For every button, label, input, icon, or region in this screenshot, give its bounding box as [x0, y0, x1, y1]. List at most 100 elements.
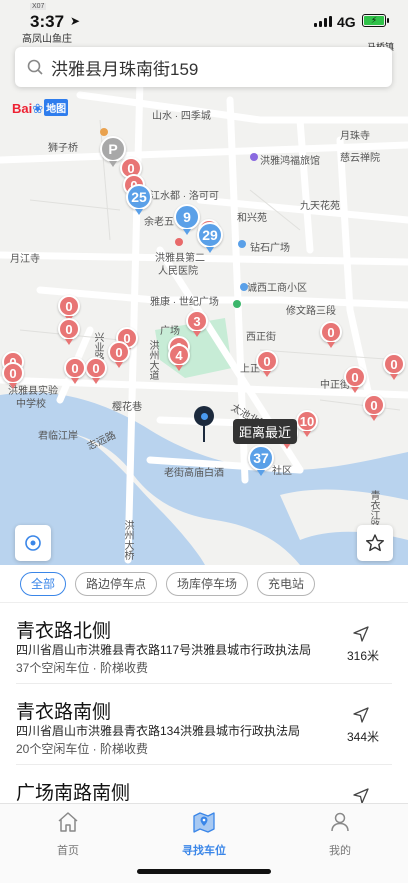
road-number-label: X07 [30, 3, 47, 10]
poi-dot [100, 128, 108, 136]
parking-pin-count: 0 [85, 357, 107, 379]
status-time: 3:37 [30, 12, 65, 31]
parking-p-marker[interactable]: P [100, 136, 126, 167]
network-type: 4G [337, 14, 356, 30]
parking-pin[interactable]: 37 [248, 445, 274, 476]
logo-text: Bai [12, 101, 33, 116]
map-label: 中学校 [16, 399, 46, 410]
tab-label: 首页 [57, 845, 79, 857]
map-label: 雅康 · 世纪广场 [150, 297, 219, 308]
parking-pin-count: 0 [64, 357, 86, 379]
parking-pin-count: 0 [363, 394, 385, 416]
star-icon [366, 534, 384, 552]
status-bar: X07 3:37 ➤ 4G ⚡ 高凤山鱼庄 马桥镇 [0, 0, 408, 52]
map-view[interactable]: X07 3:37 ➤ 4G ⚡ 高凤山鱼庄 马桥镇 洪雅县月珠南街159 Bai… [0, 0, 408, 565]
list-item[interactable]: 广场南路南侧 [16, 765, 392, 803]
map-label: 君临江岸 [38, 431, 78, 442]
map-label: 社区 [272, 466, 292, 477]
map-label: 慈云禅院 [340, 153, 380, 164]
search-icon [27, 59, 43, 75]
parking-list: 青衣路北侧 四川省眉山市洪雅县青衣路117号洪雅县城市行政执法局 37个空闲车位… [0, 603, 408, 803]
parking-pin-count: 0 [2, 362, 24, 384]
map-label: 广场 [160, 326, 180, 337]
tab-label: 我的 [329, 845, 351, 857]
map-label: 月江寺 [10, 254, 40, 265]
parking-pin[interactable]: 0 [58, 318, 82, 346]
map-label: 钻石广场 [250, 243, 290, 254]
favorites-button[interactable] [357, 525, 393, 561]
map-label: 和兴苑 [237, 213, 267, 224]
parking-pin-count: 0 [383, 353, 405, 375]
map-label: 老街高庙白酒 [164, 468, 224, 479]
map-label: 江水都 · 洛可可 [150, 191, 219, 202]
parking-pin[interactable]: 3 [186, 310, 210, 338]
map-label: 青衣江路 [368, 490, 379, 530]
parking-pin[interactable]: 0 [344, 366, 368, 394]
map-label: 洪州大桥 [122, 520, 133, 560]
map-label: 洪州大道 [147, 340, 158, 380]
list-item[interactable]: 青衣路南侧 四川省眉山市洪雅县青衣路134洪雅县城市行政执法局 20个空闲车位 … [16, 684, 392, 765]
hospital-icon [175, 238, 183, 246]
parking-address: 四川省眉山市洪雅县青衣路134洪雅县城市行政执法局 [16, 724, 301, 738]
parking-pin-count: 0 [58, 295, 80, 317]
parking-pin[interactable]: 25 [126, 184, 152, 215]
parking-name: 青衣路南侧 [16, 702, 112, 723]
list-item[interactable]: 青衣路北侧 四川省眉山市洪雅县青衣路117号洪雅县城市行政执法局 37个空闲车位… [16, 603, 392, 684]
map-label: 狮子桥 [48, 143, 78, 154]
nearest-tag: 距离最近 [233, 419, 298, 444]
navigate-icon[interactable] [352, 625, 370, 643]
parking-name: 青衣路北侧 [16, 621, 112, 642]
parking-pin-count: 0 [344, 366, 366, 388]
parking-pin-count: P [100, 136, 126, 162]
parking-pin[interactable]: 0 [256, 350, 280, 378]
map-label: 山水 · 四季城 [152, 111, 211, 122]
search-bar[interactable]: 洪雅县月珠南街159 [15, 47, 392, 87]
navigate-icon[interactable] [352, 787, 370, 803]
parking-pin-count: 0 [58, 318, 80, 340]
locate-button[interactable] [15, 525, 51, 561]
map-label: 西正街 [246, 332, 276, 343]
parking-pin-count: 0 [320, 321, 342, 343]
location-arrow-icon: ➤ [70, 14, 81, 28]
map-label: 修文路三段 [286, 306, 336, 317]
home-indicator [137, 869, 271, 874]
filter-chip-charging[interactable]: 充电站 [257, 571, 316, 596]
parking-pin[interactable]: 0 [85, 357, 109, 385]
poi-dot [238, 240, 246, 248]
parking-pin-count: 29 [197, 222, 223, 248]
parking-pin[interactable]: 0 [2, 362, 26, 390]
parking-pin[interactable]: 0 [383, 353, 407, 381]
signal-icon [314, 16, 332, 27]
parking-pin[interactable]: 4 [168, 344, 192, 372]
navigate-icon[interactable] [352, 706, 370, 724]
tab-home[interactable]: 首页 [28, 810, 108, 858]
filter-bar: 全部 路边停车点 场库停车场 充电站 [0, 565, 408, 603]
parking-pin[interactable]: 0 [363, 394, 387, 422]
tab-find-parking[interactable]: 寻找车位 [164, 810, 244, 858]
tab-profile[interactable]: 我的 [300, 810, 380, 858]
search-input[interactable]: 洪雅县月珠南街159 [51, 55, 198, 80]
parking-pin-count: 0 [108, 341, 130, 363]
parking-pin[interactable]: 0 [108, 341, 132, 369]
map-icon [193, 812, 215, 833]
parking-pin-count: 25 [126, 184, 152, 210]
poi-dot [240, 283, 248, 291]
logo-map-text: 地图 [44, 99, 69, 116]
map-label: 洪雅鸿福旅馆 [260, 156, 320, 167]
user-icon [331, 812, 349, 832]
map-label: 九天花苑 [300, 201, 340, 212]
filter-chip-garage[interactable]: 场库停车场 [166, 571, 249, 596]
map-label: 人民医院 [158, 266, 198, 277]
parking-meta: 20个空闲车位 · 阶梯收费 [16, 742, 149, 756]
parking-pin[interactable]: 9 [174, 204, 200, 235]
parking-pin[interactable]: 29 [197, 222, 223, 253]
parking-name: 广场南路南侧 [16, 783, 131, 803]
parking-distance: 316米 [347, 649, 380, 663]
filter-chip-all[interactable]: 全部 [20, 571, 67, 596]
parking-pin[interactable]: 0 [320, 321, 344, 349]
parking-address: 四川省眉山市洪雅县青衣路117号洪雅县城市行政执法局 [16, 643, 312, 657]
tab-label: 寻找车位 [182, 845, 226, 857]
parking-pin[interactable]: 0 [64, 357, 88, 385]
poi-dot [250, 153, 258, 161]
filter-chip-roadside[interactable]: 路边停车点 [75, 571, 158, 596]
